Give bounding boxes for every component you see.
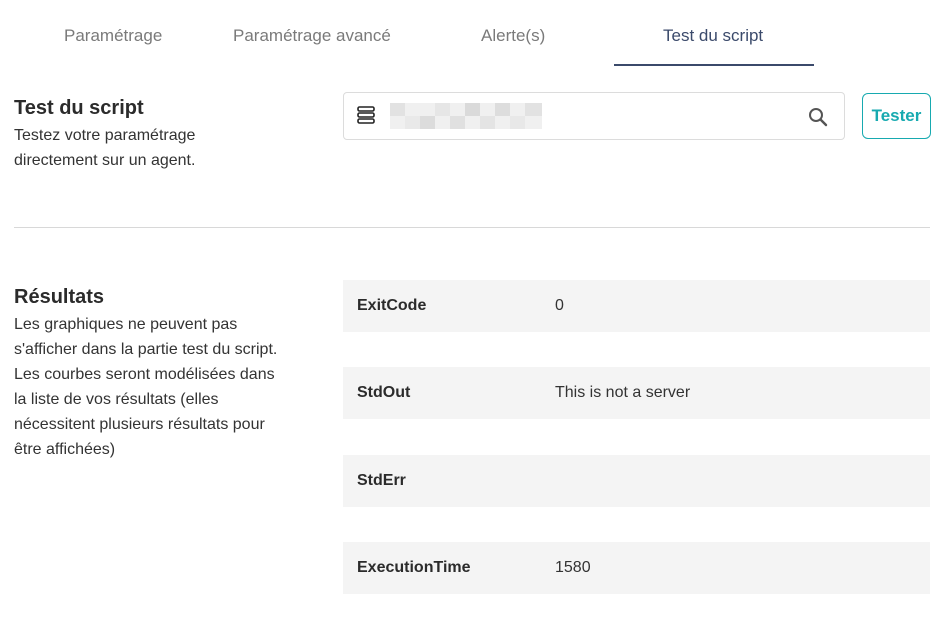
results-section-title: Résultats	[14, 286, 105, 308]
section-divider	[14, 227, 930, 228]
result-value: This is not a server	[555, 384, 691, 401]
agent-search-input[interactable]	[343, 92, 845, 140]
results-description-line: Les graphiques ne peuvent pas	[14, 316, 238, 333]
result-row-stderr: StdErr	[343, 455, 930, 507]
results-description-line: s'afficher dans la partie test du script…	[14, 341, 278, 358]
tab-bar: Paramétrage Paramétrage avancé Alerte(s)…	[0, 0, 947, 68]
results-description-line: Les courbes seront modélisées dans	[14, 366, 275, 383]
test-description-line: directement sur un agent.	[14, 152, 196, 169]
result-key: ExitCode	[357, 297, 427, 314]
test-description-line: Testez votre paramétrage	[14, 127, 196, 144]
result-value: 1580	[555, 559, 591, 576]
test-section-description: Testez votre paramétrage directement sur…	[14, 123, 195, 173]
results-description-line: nécessitent plusieurs résultats pour	[14, 416, 265, 433]
result-key: StdOut	[357, 384, 411, 401]
test-section-title: Test du script	[14, 97, 144, 119]
result-row-stdout: StdOut This is not a server	[343, 367, 930, 419]
tab-parametrage-avance[interactable]: Paramétrage avancé	[233, 26, 391, 46]
tester-button[interactable]: Tester	[862, 93, 931, 139]
result-row-exitcode: ExitCode 0	[343, 280, 930, 332]
server-icon	[356, 105, 376, 125]
results-description-line: la liste de vos résultats (elles	[14, 391, 219, 408]
tab-parametrage[interactable]: Paramétrage	[64, 26, 162, 46]
results-section-description: Les graphiques ne peuvent pas s'afficher…	[14, 312, 277, 462]
active-tab-indicator	[614, 64, 814, 66]
result-row-executiontime: ExecutionTime 1580	[343, 542, 930, 594]
search-icon[interactable]	[806, 105, 830, 129]
results-description-line: être affichées)	[14, 441, 116, 458]
tab-test-du-script[interactable]: Test du script	[663, 26, 763, 46]
result-key: StdErr	[357, 472, 406, 489]
tab-alertes[interactable]: Alerte(s)	[481, 26, 545, 46]
result-value: 0	[555, 297, 564, 314]
redacted-agent-name	[390, 103, 542, 129]
result-key: ExecutionTime	[357, 559, 471, 576]
